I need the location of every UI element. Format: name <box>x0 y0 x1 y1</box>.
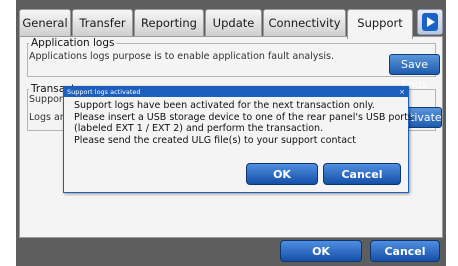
tab-transfer[interactable]: Transfer <box>72 9 133 36</box>
play-arrow-icon <box>422 13 438 31</box>
dialog-message-line: Support logs have been activated for the… <box>74 100 375 111</box>
dialog-message-line: Please send the created ULG file(s) to y… <box>74 134 356 146</box>
tab-next-button[interactable] <box>417 9 443 35</box>
dialog-message: Support logs have been activated for the… <box>74 100 413 146</box>
dialog-message-line: Please insert a USB storage device to on… <box>74 111 413 123</box>
dialog-title: Support logs activated <box>67 88 141 96</box>
dialog-cancel-button[interactable]: Cancel <box>323 163 401 185</box>
tab-connectivity[interactable]: Connectivity <box>263 9 346 36</box>
dialog-message-line: (labeled EXT 1 / EXT 2) and perform the … <box>74 123 324 134</box>
dialog-titlebar: Support logs activated × <box>64 87 408 97</box>
close-icon[interactable]: × <box>399 87 405 97</box>
dialog-ok-button[interactable]: OK <box>246 163 318 185</box>
support-logs-dialog: Support logs activated × Support logs ha… <box>63 86 413 193</box>
application-logs-description: Applications logs purpose is to enable a… <box>29 51 334 62</box>
tab-update[interactable]: Update <box>205 9 262 36</box>
footer-ok-button[interactable]: OK <box>280 240 362 262</box>
footer-cancel-button[interactable]: Cancel <box>370 240 440 262</box>
tab-general[interactable]: General <box>19 9 71 36</box>
tab-support[interactable]: Support <box>347 9 413 39</box>
application-logs-title: Application logs <box>29 37 117 49</box>
tab-reporting[interactable]: Reporting <box>134 9 204 36</box>
save-logs-button[interactable]: Save Logs <box>389 54 440 91</box>
